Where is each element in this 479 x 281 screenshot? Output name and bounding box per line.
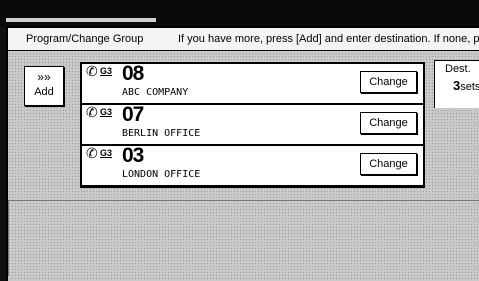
destination-number: 08 xyxy=(122,62,144,85)
destination-number: 03 xyxy=(122,144,144,167)
destination-number: 07 xyxy=(122,103,144,126)
change-button[interactable]: Change xyxy=(360,153,417,175)
destination-name: LONDON OFFICE xyxy=(122,169,201,180)
lower-area xyxy=(8,200,479,276)
double-chevron-icon: »» xyxy=(37,70,51,84)
add-button-label: Add xyxy=(34,86,54,98)
instruction-text: If you have more, press [Add] and enter … xyxy=(178,33,479,45)
destination-count-box: Dest. 3sets xyxy=(434,60,479,108)
change-button[interactable]: Change xyxy=(360,112,417,134)
phone-icon: ✆ xyxy=(86,64,98,80)
dest-count: 3sets xyxy=(453,78,479,93)
line-type-badge: G3 xyxy=(100,66,113,76)
header-bar: Program/Change Group If you have more, p… xyxy=(8,28,479,51)
dest-label: Dest. xyxy=(445,63,471,75)
page-title: Program/Change Group xyxy=(26,33,144,45)
line-type-badge: G3 xyxy=(100,107,113,117)
dest-count-unit: sets xyxy=(460,81,479,93)
top-bar xyxy=(0,0,479,26)
line-type-badge: G3 xyxy=(100,148,113,158)
tab-indicator xyxy=(6,18,156,22)
destination-name: ABC COMPANY xyxy=(122,87,189,98)
list-item: ✆ G3 08 ABC COMPANY Change xyxy=(82,62,423,103)
list-item: ✆ G3 07 BERLIN OFFICE Change xyxy=(82,103,423,144)
phone-icon: ✆ xyxy=(86,105,98,121)
destination-name: BERLIN OFFICE xyxy=(122,128,201,139)
list-item: ✆ G3 03 LONDON OFFICE Change xyxy=(82,144,423,185)
change-button[interactable]: Change xyxy=(360,71,417,93)
phone-icon: ✆ xyxy=(86,146,98,162)
add-button[interactable]: »» Add xyxy=(24,66,64,106)
destination-list: ✆ G3 08 ABC COMPANY Change ✆ G3 07 BERLI… xyxy=(80,62,425,188)
